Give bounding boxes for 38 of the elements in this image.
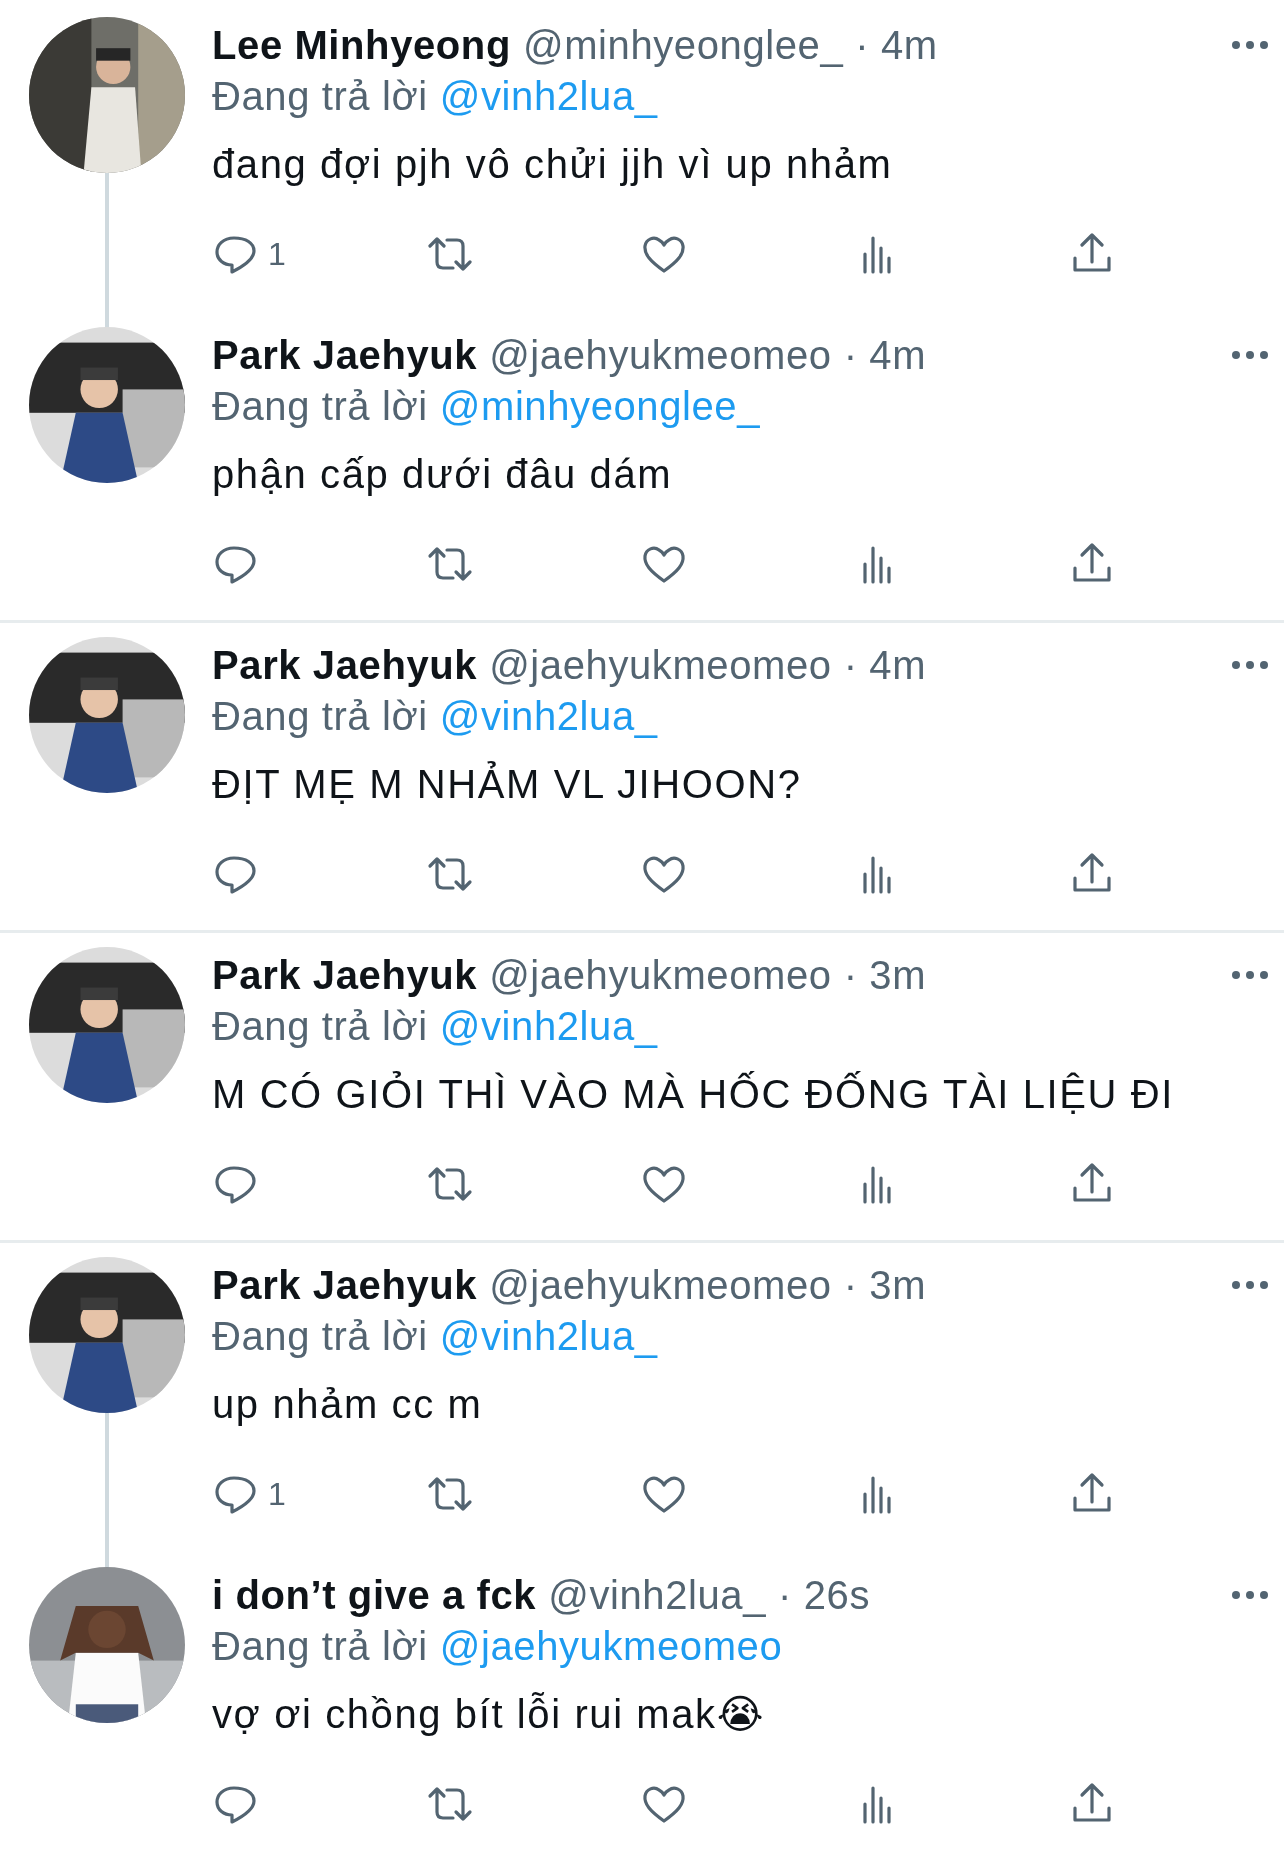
user-name[interactable]: Park Jaehyuk — [212, 642, 478, 688]
replying-to-label: Đang trả lời — [212, 1314, 428, 1358]
user-name[interactable]: i don’t give a fck — [212, 1572, 537, 1618]
tweet-time: · 4m — [843, 642, 927, 688]
replying-to-label: Đang trả lời — [212, 694, 428, 738]
replying-to-label: Đang trả lời — [212, 74, 428, 118]
tweet-text: M CÓ GIỎI THÌ VÀO MÀ HỐC ĐỐNG TÀI LIỆU ĐI — [212, 1070, 1175, 1118]
tweet-text: up nhảm cc m — [212, 1381, 484, 1428]
reply-button[interactable]: 1 — [212, 1472, 286, 1516]
more-icon[interactable] — [1230, 349, 1270, 361]
more-icon[interactable] — [1230, 969, 1270, 981]
replying-to-label: Đang trả lời — [212, 1004, 428, 1048]
more-icon[interactable] — [1230, 1589, 1270, 1601]
tweet-time: · 3m — [843, 952, 927, 998]
replying-to-label: Đang trả lời — [212, 1624, 428, 1668]
user-name[interactable]: Park Jaehyuk — [212, 952, 478, 998]
user-name[interactable]: Park Jaehyuk — [212, 1262, 478, 1308]
user-handle[interactable]: @jaehyukmeomeo — [489, 1262, 832, 1308]
replying-to-label: Đang trả lời — [212, 384, 428, 428]
tweet-text: vợ ơi chồng bít lỗi rui mak😭 — [212, 1691, 767, 1738]
tweet-text: ĐỊT MẸ M NHẢM VL JIHOON? — [212, 760, 803, 808]
user-name[interactable]: Park Jaehyuk — [212, 332, 478, 378]
reply-button[interactable]: 1 — [212, 232, 286, 276]
more-icon[interactable] — [1230, 39, 1270, 51]
user-handle[interactable]: @vinh2lua_ — [548, 1572, 767, 1618]
user-handle[interactable]: @jaehyukmeomeo — [489, 332, 832, 378]
user-handle[interactable]: @jaehyukmeomeo — [489, 952, 832, 998]
tweet-time: · 3m — [843, 1262, 927, 1308]
more-icon[interactable] — [1230, 659, 1270, 671]
tweet-text: đang đợi pjh vô chửi jjh vì up nhảm — [212, 141, 894, 188]
tweet-time: · 26s — [778, 1572, 870, 1618]
more-icon[interactable] — [1230, 1279, 1270, 1291]
user-name[interactable]: Lee Minhyeong — [212, 22, 511, 68]
tweet-time: · 4m — [843, 332, 927, 378]
tweet-time: · 4m — [855, 22, 938, 68]
user-handle[interactable]: @jaehyukmeomeo — [489, 642, 832, 688]
tweet-text: phận cấp dưới đâu dám — [212, 451, 674, 498]
user-handle[interactable]: @minhyeonglee_ — [522, 22, 844, 68]
